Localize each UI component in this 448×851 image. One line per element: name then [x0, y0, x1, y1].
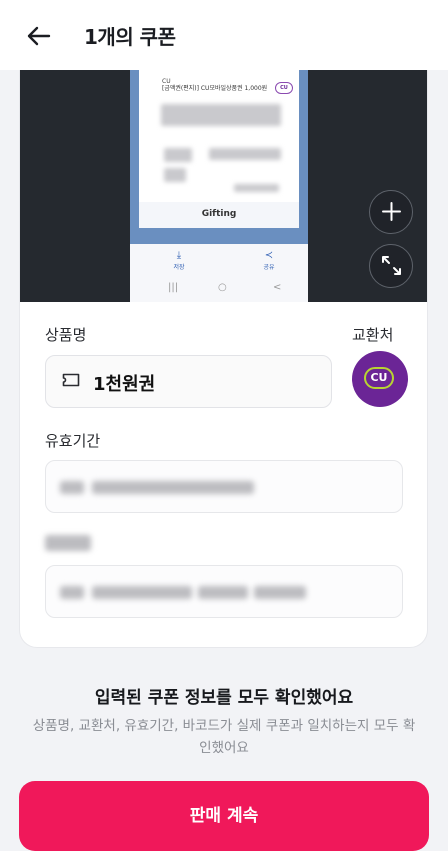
- back-arrow-icon[interactable]: [22, 20, 54, 52]
- home-icon: ○: [218, 282, 227, 293]
- blurred-text: [60, 481, 84, 494]
- validity-label: 유효기간: [45, 432, 101, 450]
- plus-icon: [381, 202, 401, 221]
- app-header: 1개의 쿠폰: [0, 0, 448, 70]
- recent-apps-icon: |||: [168, 282, 179, 293]
- blurred-text: [164, 168, 186, 182]
- blurred-text: [234, 184, 279, 192]
- share-action: ≺ 공유: [254, 250, 284, 271]
- blurred-field[interactable]: [45, 565, 403, 618]
- blurred-text: [209, 148, 281, 160]
- save-label: 저장: [173, 264, 185, 271]
- brand-small: CU: [162, 78, 171, 85]
- confirm-description: 상품명, 교환처, 유효기간, 바코드가 실제 쿠폰과 일치하는지 모두 확인했…: [32, 718, 416, 756]
- gifting-bar: Gifting: [139, 202, 299, 228]
- blurred-barcode: [161, 104, 281, 126]
- product-name-value: 1천원권: [93, 374, 156, 395]
- coupon-image-preview[interactable]: CU [금액권(편지)] CU모바일상품권 1,000원 CU Gifting …: [20, 70, 427, 302]
- gifting-label: Gifting: [201, 209, 237, 219]
- exchange-place-label: 교환처: [352, 326, 394, 344]
- download-icon: ⤓: [176, 250, 182, 261]
- save-action: ⤓ 저장: [164, 250, 194, 271]
- share-icon: ≺: [264, 250, 274, 261]
- blurred-text: [60, 586, 84, 599]
- product-name-label: 상품명: [45, 326, 87, 344]
- cu-badge-small: CU: [275, 82, 293, 94]
- screenshot-actions: ⤓ 저장 ≺ 공유 ||| ○ <: [130, 244, 308, 302]
- continue-sale-button[interactable]: 판매 계속: [19, 781, 429, 851]
- coupon-card: CU [금액권(편지)] CU모바일상품권 1,000원 CU Gifting …: [19, 70, 428, 648]
- validity-field[interactable]: [45, 460, 403, 513]
- coupon-paper: CU [금액권(편지)] CU모바일상품권 1,000원 CU: [139, 70, 299, 202]
- blurred-text: [92, 586, 192, 599]
- zoom-in-button[interactable]: [369, 190, 413, 234]
- blurred-label: [45, 535, 91, 551]
- blurred-text: [254, 586, 306, 599]
- continue-sale-label: 판매 계속: [189, 806, 259, 826]
- share-label: 공유: [263, 264, 275, 271]
- cu-logo: CU: [352, 351, 408, 407]
- blurred-text: [198, 586, 248, 599]
- fullscreen-button[interactable]: [369, 244, 413, 288]
- product-name-field[interactable]: 1천원권: [45, 355, 332, 408]
- page-title: 1개의 쿠폰: [84, 25, 176, 49]
- coupon-title-small: [금액권(편지)] CU모바일상품권 1,000원: [162, 85, 268, 92]
- expand-icon: [381, 256, 401, 275]
- coupon-screenshot: CU [금액권(편지)] CU모바일상품권 1,000원 CU Gifting …: [130, 70, 308, 302]
- blurred-text: [164, 148, 192, 162]
- ticket-icon: [62, 373, 80, 387]
- back-icon: <: [273, 282, 282, 293]
- confirm-title: 입력된 쿠폰 정보를 모두 확인했어요: [94, 688, 354, 708]
- cu-logo-text: CU: [364, 367, 394, 389]
- blurred-text: [92, 481, 254, 494]
